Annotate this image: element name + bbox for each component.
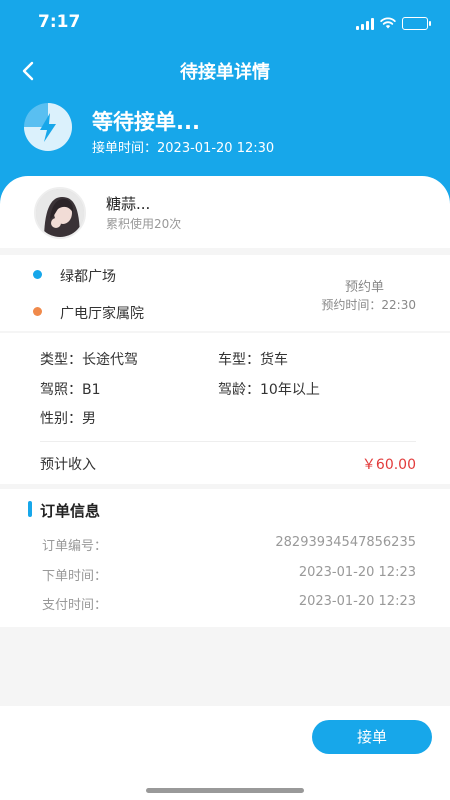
order-info-title: 订单信息 <box>40 502 101 520</box>
start-location: 绿都广场 <box>60 269 116 285</box>
detail-car-label: 车型： <box>218 352 260 368</box>
detail-car-value: 货车 <box>260 352 288 368</box>
divider <box>40 441 416 442</box>
order-status-title: 等待接单... <box>92 110 200 134</box>
order-created-value: 2023-01-20 12:23 <box>298 565 416 580</box>
end-point-dot <box>33 307 42 316</box>
income-value: ￥60.00 <box>361 457 416 473</box>
detail-type-label: 类型： <box>40 352 82 368</box>
income-label: 预计收入 <box>40 457 96 473</box>
wifi-icon <box>380 14 396 33</box>
accept-time-value: 2023-01-20 12:30 <box>157 141 275 156</box>
detail-age-value: 10年以上 <box>260 382 320 398</box>
detail-driving-age: 驾龄：10年以上 <box>218 379 320 399</box>
detail-license-label: 驾照： <box>40 382 82 398</box>
detail-license-value: B1 <box>82 382 101 398</box>
user-usage-count: 累积使用20次 <box>106 217 182 231</box>
detail-license: 驾照：B1 <box>40 379 101 399</box>
detail-age-label: 驾龄： <box>218 382 260 398</box>
detail-type-value: 长途代驾 <box>82 352 138 368</box>
order-created-label: 下单时间： <box>42 569 108 584</box>
booking-time-label: 预约时间： <box>321 298 382 312</box>
battery-icon <box>402 17 431 30</box>
status-time: 7:17 <box>38 12 81 32</box>
order-accept-time: 接单时间：2023-01-20 12:30 <box>92 137 274 156</box>
order-number-label: 订单编号： <box>42 539 108 554</box>
lightning-icon <box>18 102 78 152</box>
order-type: 预约单 <box>344 280 384 295</box>
start-point-dot <box>33 270 42 279</box>
status-icons <box>356 14 431 33</box>
signal-icon <box>356 17 374 30</box>
home-indicator[interactable] <box>146 788 304 793</box>
section-accent-bar <box>28 501 32 517</box>
detail-gender-label: 性别： <box>40 411 82 427</box>
booking-time: 预约时间：22:30 <box>321 296 416 313</box>
status-bar: 7:17 <box>0 0 450 44</box>
detail-gender-value: 男 <box>82 411 96 427</box>
payment-time-value: 2023-01-20 12:23 <box>298 594 416 609</box>
accept-order-button[interactable]: 接单 <box>312 720 432 754</box>
detail-gender: 性别：男 <box>40 408 96 428</box>
user-name: 糖蒜... <box>106 195 151 213</box>
detail-type: 类型：长途代驾 <box>40 349 138 369</box>
page-title: 待接单详情 <box>180 62 270 83</box>
payment-time-label: 支付时间： <box>42 598 108 613</box>
booking-time-value: 22:30 <box>381 298 416 312</box>
end-location: 广电厅家属院 <box>60 306 144 322</box>
order-number-value: 28293934547856235 <box>275 535 416 550</box>
accept-time-label: 接单时间： <box>92 141 158 156</box>
detail-car: 车型：货车 <box>218 349 288 369</box>
avatar[interactable] <box>34 187 86 239</box>
